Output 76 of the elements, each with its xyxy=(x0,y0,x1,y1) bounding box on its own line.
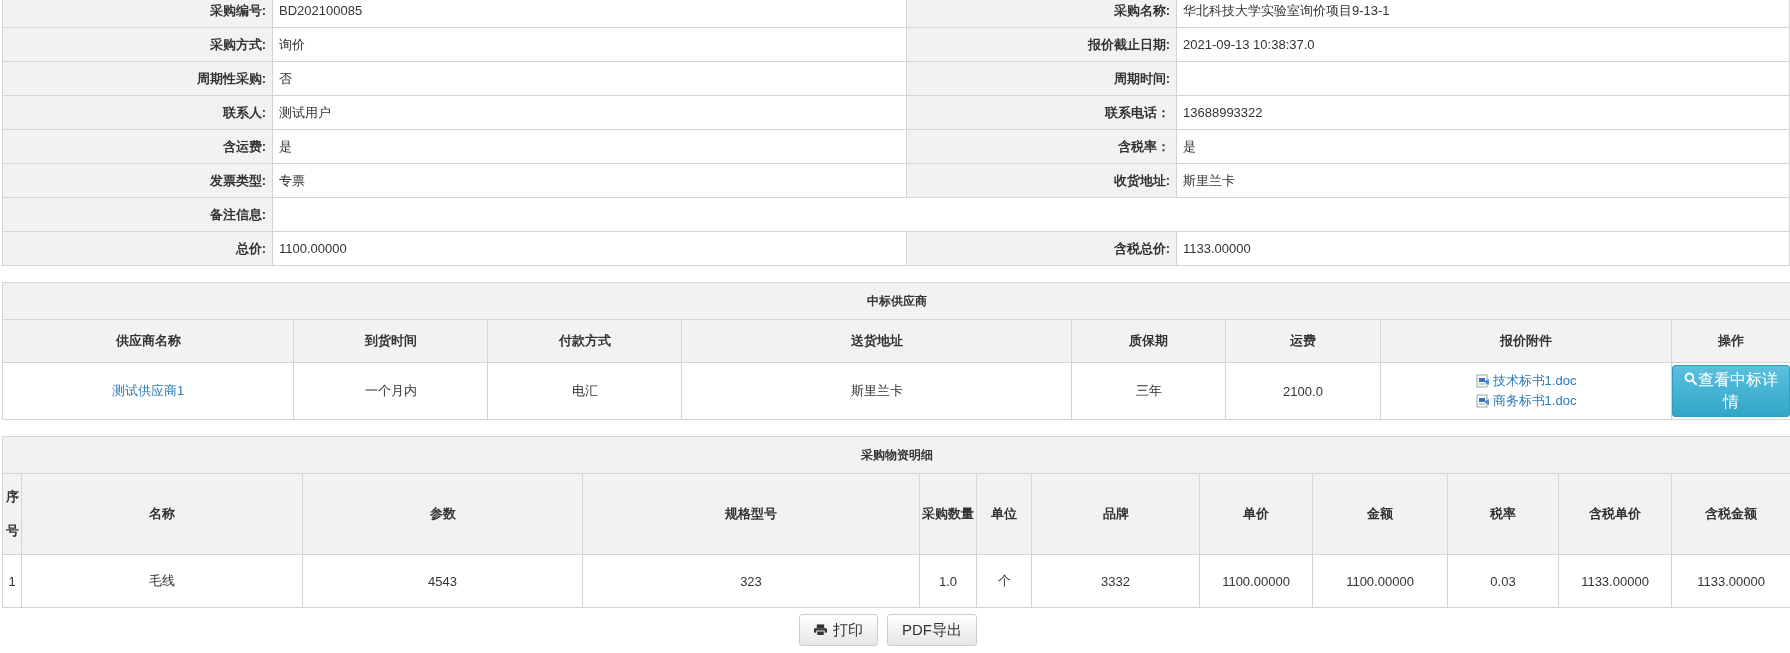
table-cell: 1100.00000 xyxy=(1312,554,1448,608)
field-value: 1133.00000 xyxy=(1176,231,1790,266)
table-cell: 323 xyxy=(582,554,920,608)
field-value: 是 xyxy=(1176,129,1790,164)
field-label: 含税总价: xyxy=(906,231,1177,266)
document-icon xyxy=(1475,374,1490,388)
column-header: 名称 xyxy=(21,473,303,555)
view-details-button[interactable]: 查看中标详情 xyxy=(1672,365,1790,417)
table-cell: 毛线 xyxy=(21,554,303,608)
print-button[interactable]: 打印 xyxy=(799,614,878,646)
field-label: 含税率： xyxy=(906,129,1177,164)
export-button[interactable]: PDF导出 xyxy=(887,614,977,646)
column-header: 序号 xyxy=(2,473,22,555)
table-cell: 1133.00000 xyxy=(1558,554,1672,608)
field-label: 报价截止日期: xyxy=(906,27,1177,62)
table-cell: 4543 xyxy=(302,554,583,608)
column-header: 运费 xyxy=(1225,319,1381,363)
field-value: 13688993322 xyxy=(1176,95,1790,130)
column-header: 采购数量 xyxy=(919,473,977,555)
table-cell: 斯里兰卡 xyxy=(681,362,1072,420)
column-header: 供应商名称 xyxy=(2,319,294,363)
field-value: 询价 xyxy=(272,27,907,62)
field-value: 专票 xyxy=(272,163,907,198)
column-header: 含税金额 xyxy=(1671,473,1790,555)
field-label: 含运费: xyxy=(2,129,273,164)
table-cell: 个 xyxy=(976,554,1032,608)
column-header: 质保期 xyxy=(1071,319,1226,363)
column-header: 报价附件 xyxy=(1380,319,1672,363)
search-icon xyxy=(1684,372,1697,385)
column-header: 单价 xyxy=(1199,473,1313,555)
field-value: 否 xyxy=(272,61,907,96)
table-cell: 1.0 xyxy=(919,554,977,608)
table-title: 采购物资明细 xyxy=(2,436,1790,474)
table-cell: 2100.0 xyxy=(1225,362,1381,420)
table-title: 中标供应商 xyxy=(2,282,1790,320)
column-header: 金额 xyxy=(1312,473,1448,555)
field-value: 是 xyxy=(272,129,907,164)
table-cell: 1100.00000 xyxy=(1199,554,1313,608)
table-cell: 电汇 xyxy=(487,362,682,420)
printer-icon xyxy=(814,624,827,636)
field-value: 2021-09-13 10:38:37.0 xyxy=(1176,27,1790,62)
field-label: 周期时间: xyxy=(906,61,1177,96)
field-label: 联系人: xyxy=(2,95,273,130)
field-label: 采购编号: xyxy=(2,0,273,28)
field-label: 联系电话： xyxy=(906,95,1177,130)
field-label: 收货地址: xyxy=(906,163,1177,198)
field-value: BD202100085 xyxy=(272,0,907,28)
table-cell: 一个月内 xyxy=(293,362,488,420)
column-header: 送货地址 xyxy=(681,319,1072,363)
column-header: 含税单价 xyxy=(1558,473,1672,555)
attachment-link[interactable]: 技术标书1.doc xyxy=(1492,371,1577,391)
table-cell: 0.03 xyxy=(1447,554,1559,608)
field-label: 备注信息: xyxy=(2,197,273,232)
field-value: 斯里兰卡 xyxy=(1176,163,1790,198)
column-header: 操作 xyxy=(1671,319,1790,363)
field-value: 华北科技大学实验室询价项目9-13-1 xyxy=(1176,0,1790,28)
table-cell: 1 xyxy=(2,554,22,608)
column-header: 到货时间 xyxy=(293,319,488,363)
field-label: 采购名称: xyxy=(906,0,1177,28)
supplier-link[interactable]: 测试供应商1 xyxy=(111,383,185,398)
table-cell: 三年 xyxy=(1071,362,1226,420)
field-label: 周期性采购: xyxy=(2,61,273,96)
field-label: 发票类型: xyxy=(2,163,273,198)
field-value: 测试用户 xyxy=(272,95,907,130)
attachment-link[interactable]: 商务标书1.doc xyxy=(1492,391,1577,411)
field-label: 采购方式: xyxy=(2,27,273,62)
table-cell: 3332 xyxy=(1031,554,1200,608)
column-header: 付款方式 xyxy=(487,319,682,363)
column-header: 税率 xyxy=(1447,473,1559,555)
column-header: 规格型号 xyxy=(582,473,920,555)
document-icon xyxy=(1475,394,1490,408)
column-header: 参数 xyxy=(302,473,583,555)
column-header: 单位 xyxy=(976,473,1032,555)
field-label: 总价: xyxy=(2,231,273,266)
column-header: 品牌 xyxy=(1031,473,1200,555)
field-value: 1100.00000 xyxy=(272,231,907,266)
